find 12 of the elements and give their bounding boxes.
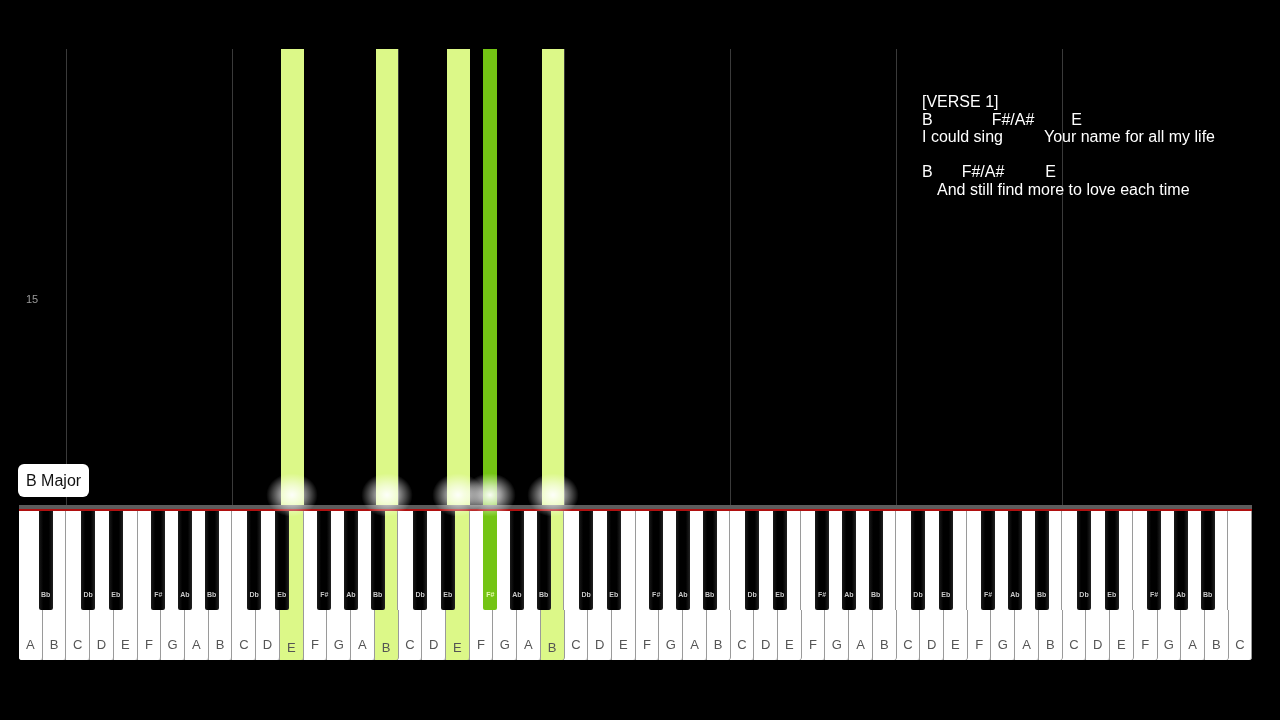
chord-name: B [922, 110, 933, 128]
lyric-text: I could sing [922, 128, 1003, 146]
chord-name: E [1071, 110, 1083, 128]
lyric-text: Your name for all my life [1043, 128, 1215, 146]
measure-number: 15 [26, 293, 39, 305]
section-heading: [VERSE 1] [922, 93, 1000, 111]
chord-name: B [922, 163, 933, 181]
chord-name: F#/A# [991, 110, 1035, 128]
lyric-text: And still find more to love each time [937, 180, 1190, 198]
chord-name: E [1045, 163, 1057, 181]
chord-name: F#/A# [961, 163, 1005, 181]
chord-label: B Major [18, 464, 90, 497]
